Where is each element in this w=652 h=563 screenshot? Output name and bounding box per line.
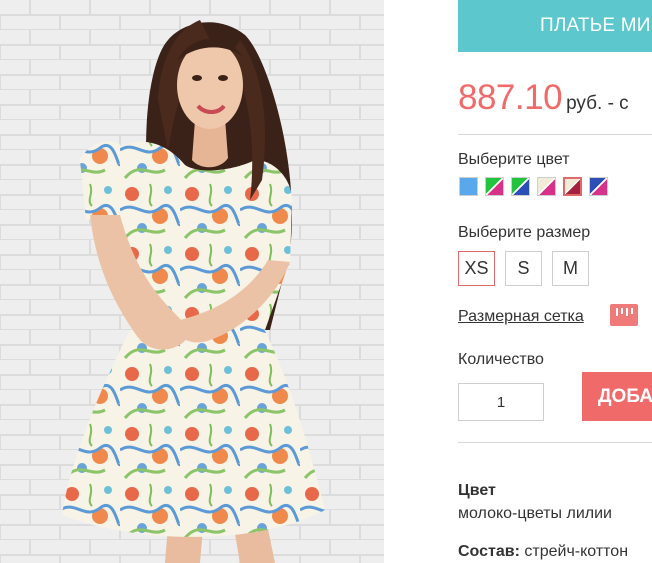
price-value: 887.10: [458, 78, 563, 117]
size-option-m[interactable]: M: [552, 251, 589, 286]
divider: [458, 442, 652, 443]
spec-color-heading: Цвет: [458, 482, 496, 499]
divider: [458, 134, 652, 135]
color-swatch[interactable]: [563, 177, 582, 196]
size-option-s[interactable]: S: [505, 251, 542, 286]
product-photo-illustration: [0, 0, 384, 563]
price-currency: руб. - с: [566, 93, 629, 114]
price-row: 887.10 руб. - с: [458, 78, 629, 118]
ruler-icon[interactable]: [610, 304, 638, 326]
color-swatch[interactable]: [485, 177, 504, 196]
color-swatch[interactable]: [537, 177, 556, 196]
spec-color-value: молоко-цветы лилии: [458, 505, 612, 522]
quantity-input[interactable]: [458, 383, 544, 421]
color-swatches: [459, 177, 608, 196]
color-swatch[interactable]: [459, 177, 478, 196]
spec-composition: Состав: стрейч-коттон: [458, 543, 628, 561]
product-photo[interactable]: [0, 0, 384, 563]
size-chart-link[interactable]: Размерная сетка: [458, 308, 584, 326]
product-title: ПЛАТЬЕ МИ: [540, 15, 651, 36]
spec-composition-value: стрейч-коттон: [524, 543, 629, 560]
color-swatch[interactable]: [589, 177, 608, 196]
size-picker-label: Выберите размер: [458, 224, 591, 241]
spec-composition-heading: Состав:: [458, 543, 520, 560]
color-swatch[interactable]: [511, 177, 530, 196]
color-picker-label: Выберите цвет: [458, 151, 570, 168]
product-title-bar: ПЛАТЬЕ МИ: [458, 0, 652, 52]
add-to-cart-button[interactable]: ДОБАВ: [582, 372, 652, 421]
size-options: XS S M: [458, 251, 589, 286]
quantity-label: Количество: [458, 351, 544, 368]
size-option-xs[interactable]: XS: [458, 251, 495, 286]
